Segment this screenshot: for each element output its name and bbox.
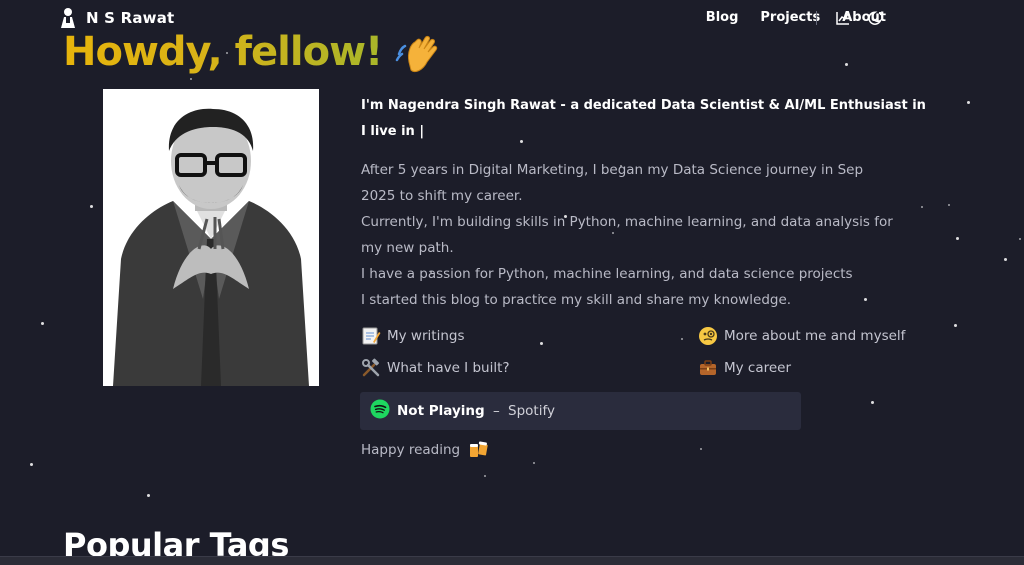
nav-projects[interactable]: Projects bbox=[760, 10, 820, 25]
nav-blog[interactable]: Blog bbox=[706, 10, 739, 25]
link-more-about-me[interactable]: More about me and myself bbox=[698, 326, 905, 346]
bio-paragraphs: After 5 years in Digital Marketing, I be… bbox=[361, 157, 901, 313]
link-label: More about me and myself bbox=[724, 328, 906, 344]
link-what-have-i-built[interactable]: What have I built? bbox=[361, 358, 510, 378]
profile-portrait bbox=[103, 89, 319, 386]
briefcase-icon bbox=[698, 358, 718, 378]
page: N S Rawat Blog Projects About Howdy, fel… bbox=[0, 0, 1024, 565]
beer-mugs-icon bbox=[468, 440, 488, 460]
analytics-icon[interactable] bbox=[833, 8, 853, 28]
moon-icon[interactable] bbox=[866, 8, 886, 28]
spotify-separator: – bbox=[492, 403, 500, 419]
nav-divider bbox=[816, 11, 817, 25]
memo-icon bbox=[361, 326, 381, 346]
link-label: What have I built? bbox=[387, 360, 510, 376]
bio-paragraph: After 5 years in Digital Marketing, I be… bbox=[361, 162, 864, 204]
link-label: My career bbox=[724, 360, 792, 376]
brand-link[interactable]: N S Rawat bbox=[58, 7, 174, 29]
bio-paragraph: I started this blog to practice my skill… bbox=[361, 292, 792, 308]
waving-hand-icon bbox=[395, 34, 447, 82]
bottom-bar bbox=[0, 556, 1024, 565]
link-label: My writings bbox=[387, 328, 465, 344]
bio-paragraph: Currently, I'm building skills in Python… bbox=[361, 214, 893, 256]
hammer-wrench-icon bbox=[361, 358, 381, 378]
main-nav: Blog Projects About bbox=[684, 10, 886, 25]
spotify-service: Spotify bbox=[508, 403, 555, 419]
brand-logo-icon bbox=[58, 7, 78, 29]
monocle-face-icon bbox=[698, 326, 718, 346]
link-my-career[interactable]: My career bbox=[698, 358, 791, 378]
happy-reading-note: Happy reading bbox=[361, 440, 488, 460]
happy-reading-text: Happy reading bbox=[361, 442, 461, 458]
greeting-heading: Howdy, fellow! bbox=[63, 29, 383, 75]
location-line: I live in | bbox=[361, 124, 425, 139]
brand-name: N S Rawat bbox=[86, 9, 175, 27]
spotify-status: Not Playing bbox=[397, 403, 485, 419]
spotify-icon bbox=[370, 399, 390, 423]
link-my-writings[interactable]: My writings bbox=[361, 326, 464, 346]
intro-line: I'm Nagendra Singh Rawat - a dedicated D… bbox=[361, 98, 926, 113]
bio-paragraph: I have a passion for Python, machine lea… bbox=[361, 266, 853, 282]
spotify-now-playing[interactable]: Not Playing – Spotify bbox=[360, 392, 801, 430]
intro-section: I'm Nagendra Singh Rawat - a dedicated D… bbox=[361, 93, 926, 313]
